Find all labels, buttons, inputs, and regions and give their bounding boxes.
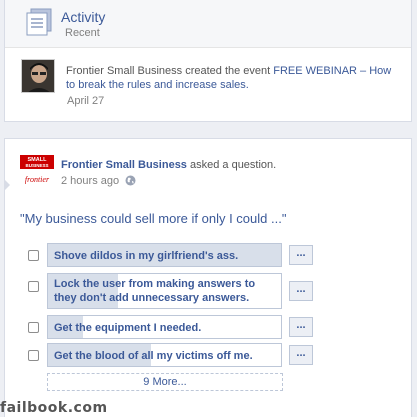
option-bar[interactable]: Get the equipment I needed. <box>47 315 282 339</box>
option-checkbox[interactable] <box>28 322 39 333</box>
option-more-button[interactable]: ... <box>289 245 313 265</box>
activity-date: April 27 <box>67 95 105 107</box>
option-label: Get the equipment I needed. <box>54 322 202 334</box>
svg-text:frontier: frontier <box>25 175 50 184</box>
activity-event-text: Frontier Small Business created the even… <box>66 64 401 92</box>
timestamp-text[interactable]: 2 hours ago <box>61 175 119 187</box>
activity-card: Activity Recent Frontier Small Business … <box>4 0 412 122</box>
option-bar[interactable]: Shove dildos in my girlfriend's ass. <box>47 243 282 267</box>
option-label: Get the blood of all my victims off me. <box>54 350 253 362</box>
globe-icon <box>125 175 136 189</box>
activity-title[interactable]: Activity <box>61 9 105 25</box>
option-more-button[interactable]: ... <box>289 345 313 365</box>
option-checkbox[interactable] <box>28 281 39 292</box>
see-more-options-button[interactable]: 9 More... <box>47 373 283 391</box>
option-checkbox[interactable] <box>28 350 39 361</box>
question-timestamp: 2 hours ago <box>61 175 136 189</box>
page-name-link[interactable]: Frontier Small Business <box>61 159 187 171</box>
frontier-logo[interactable]: SMALL BUSINESS frontier <box>20 155 54 189</box>
watermark: failbook.com <box>0 400 108 416</box>
card-pointer <box>4 179 10 191</box>
option-label: Lock the user from making answers to the… <box>54 278 256 304</box>
option-checkbox[interactable] <box>28 250 39 261</box>
option-more-button[interactable]: ... <box>289 281 313 301</box>
question-action: asked a question. <box>186 159 277 171</box>
user-avatar[interactable] <box>21 59 55 93</box>
activity-subtitle: Recent <box>65 27 100 39</box>
question-header: Frontier Small Business asked a question… <box>61 159 276 171</box>
option-bar[interactable]: Lock the user from making answers to the… <box>47 273 282 309</box>
activity-header: Activity Recent <box>5 0 411 48</box>
option-bar[interactable]: Get the blood of all my victims off me. <box>47 343 282 367</box>
activity-list-icon <box>26 8 52 36</box>
activity-event-prefix: Frontier Small Business created the even… <box>66 65 274 77</box>
question-card: SMALL BUSINESS frontier Frontier Small B… <box>4 138 412 417</box>
option-label: Shove dildos in my girlfriend's ass. <box>54 250 239 262</box>
question-prompt: "My business could sell more if only I c… <box>20 211 287 226</box>
option-more-button[interactable]: ... <box>289 317 313 337</box>
svg-text:BUSINESS: BUSINESS <box>25 163 48 168</box>
